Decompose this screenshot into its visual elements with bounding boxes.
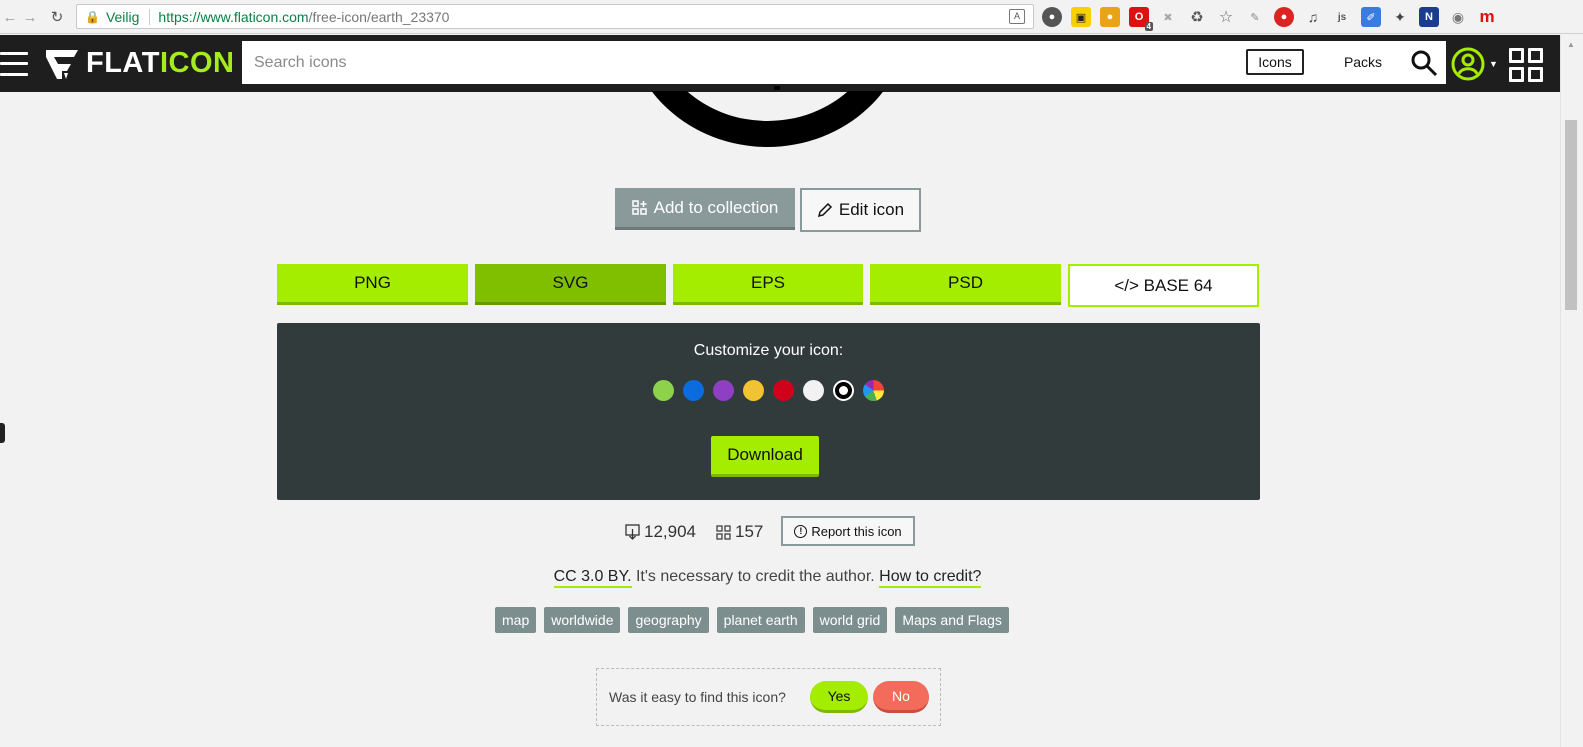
extension-pencil-icon[interactable]: ✐ xyxy=(1361,7,1381,27)
search-bar: Icons Packs xyxy=(242,41,1446,84)
tag-list: map worldwide geography planet earth wor… xyxy=(495,607,1009,633)
add-to-collection-button[interactable]: Add to collection xyxy=(615,188,795,230)
downloads-count: 12,904 xyxy=(644,522,696,541)
collections-count: 157 xyxy=(735,522,764,541)
extension-m-icon[interactable]: m xyxy=(1477,7,1497,27)
extension-opera-icon[interactable]: O4 xyxy=(1129,7,1153,31)
customize-panel: Customize your icon: Download xyxy=(277,323,1260,500)
color-swatches xyxy=(653,380,884,401)
color-swatch-red[interactable] xyxy=(773,380,794,401)
license-link[interactable]: CC 3.0 BY. xyxy=(553,568,632,588)
side-tab-handle[interactable] xyxy=(0,423,5,443)
collection-icon xyxy=(631,199,647,215)
color-swatch-purple[interactable] xyxy=(713,380,734,401)
tag-maps-and-flags[interactable]: Maps and Flags xyxy=(895,607,1009,633)
logo-flat-text: FLAT xyxy=(86,47,160,79)
format-png-button[interactable]: PNG xyxy=(277,264,468,305)
edit-icon-button[interactable]: Edit icon xyxy=(800,188,921,232)
flaticon-logo-icon xyxy=(46,49,78,79)
back-icon[interactable]: ← xyxy=(0,7,20,27)
extension-globe-icon[interactable]: ● xyxy=(1042,7,1062,27)
feedback-box: Was it easy to find this icon? Yes No xyxy=(596,668,941,726)
url-divider xyxy=(149,8,151,25)
user-account-button[interactable]: ▼ xyxy=(1451,46,1499,82)
extension-badge: 4 xyxy=(1144,22,1153,31)
microphone-icon[interactable]: ♫ xyxy=(1303,7,1323,27)
scroll-up-icon[interactable]: ▲ xyxy=(1565,40,1577,52)
earth-icon-detail xyxy=(774,86,780,90)
color-swatch-black-selected[interactable] xyxy=(833,380,854,401)
icon-stats: 12,904 157 xyxy=(625,517,783,547)
address-bar[interactable]: 🔒 Veilig https://www.flaticon.com/free-i… xyxy=(76,4,1034,29)
tag-world-grid[interactable]: world grid xyxy=(812,607,888,633)
collection-count-icon xyxy=(716,524,731,540)
search-input[interactable] xyxy=(242,53,1242,72)
tag-map[interactable]: map xyxy=(495,607,537,633)
feedback-question: Was it easy to find this icon? xyxy=(609,689,786,705)
feedback-no-button[interactable]: No xyxy=(873,681,929,713)
url-path: /free-icon/earth_23370 xyxy=(308,8,450,25)
license-notice: CC 3.0 BY. It's necessary to credit the … xyxy=(0,568,1535,588)
apps-grid-icon[interactable] xyxy=(1509,48,1543,82)
collections-stat: 157 xyxy=(716,522,763,542)
tag-planet-earth[interactable]: planet earth xyxy=(716,607,805,633)
customize-title: Customize your icon: xyxy=(693,342,844,359)
user-avatar-icon xyxy=(1451,47,1485,81)
browser-toolbar: ← → ↻ 🔒 Veilig https://www.flaticon.com /… xyxy=(0,0,1583,34)
report-icon-button[interactable]: ! Report this icon xyxy=(781,516,915,546)
translate-icon[interactable]: A xyxy=(1009,9,1025,24)
color-swatch-blue[interactable] xyxy=(683,380,704,401)
color-swatch-yellow[interactable] xyxy=(743,380,764,401)
extensions-bar: ● ▣ ● O4 ✖ ♻ ☆ ✎ ● ♫ js ✐ ✦ N ◉ m xyxy=(1042,6,1497,31)
url-host: https://www.flaticon.com xyxy=(158,8,309,25)
tag-geography[interactable]: geography xyxy=(628,607,709,633)
menu-icon[interactable] xyxy=(0,51,28,76)
extension-recycle-icon[interactable]: ♻ xyxy=(1187,7,1207,27)
how-to-credit-link[interactable]: How to credit? xyxy=(879,568,982,588)
chevron-down-icon: ▼ xyxy=(1489,59,1498,69)
format-psd-button[interactable]: PSD xyxy=(870,264,1061,305)
edit-icon-label: Edit icon xyxy=(838,200,905,219)
scrollbar-thumb[interactable] xyxy=(1565,120,1577,310)
eyedropper-icon[interactable]: ✦ xyxy=(1390,7,1410,27)
extension-bowl-icon[interactable]: ● xyxy=(1100,7,1120,27)
color-swatch-multicolor[interactable] xyxy=(863,380,884,401)
download-count-icon xyxy=(625,524,640,540)
downloads-stat: 12,904 xyxy=(625,522,696,542)
flaticon-logo[interactable]: FLATICON xyxy=(44,44,234,84)
site-header: FLATICON Icons Packs ▼ xyxy=(0,35,1560,92)
feedback-yes-button[interactable]: Yes xyxy=(810,681,868,713)
tag-worldwide[interactable]: worldwide xyxy=(544,607,621,633)
tab-icons[interactable]: Icons xyxy=(1246,49,1304,75)
extension-js-icon[interactable]: js xyxy=(1332,7,1352,27)
tab-packs[interactable]: Packs xyxy=(1334,49,1392,75)
extension-pdf-icon[interactable]: ✎ xyxy=(1245,7,1265,27)
forward-icon[interactable]: → xyxy=(20,7,40,27)
color-swatch-green[interactable] xyxy=(653,380,674,401)
extension-close-icon[interactable]: ✖ xyxy=(1158,7,1178,27)
lock-icon: 🔒 xyxy=(85,9,100,24)
download-button[interactable]: Download xyxy=(711,436,819,477)
report-label: Report this icon xyxy=(811,523,902,539)
format-svg-button[interactable]: SVG xyxy=(475,264,666,305)
extension-glasses-icon[interactable]: ▣ xyxy=(1071,7,1091,27)
reload-icon[interactable]: ↻ xyxy=(47,7,67,27)
license-text: It's necessary to credit the author. xyxy=(631,568,880,585)
format-base64-button[interactable]: </> BASE 64 xyxy=(1068,264,1259,307)
info-icon: ! xyxy=(794,524,808,538)
extension-n-icon[interactable]: N xyxy=(1419,7,1439,27)
bookmark-star-icon[interactable]: ☆ xyxy=(1216,7,1236,27)
logo-icon-text: ICON xyxy=(159,47,235,79)
pencil-icon xyxy=(817,202,832,218)
format-eps-button[interactable]: EPS xyxy=(673,264,863,305)
camera-icon[interactable]: ◉ xyxy=(1448,7,1468,27)
search-icon[interactable] xyxy=(1410,49,1438,77)
add-to-collection-label: Add to collection xyxy=(653,197,779,217)
color-swatch-white[interactable] xyxy=(803,380,824,401)
extension-record-icon[interactable]: ● xyxy=(1274,7,1294,27)
security-label: Veilig xyxy=(105,8,140,25)
